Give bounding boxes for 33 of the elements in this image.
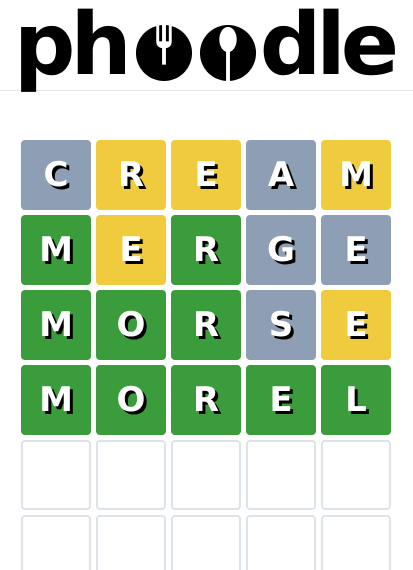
empty-tile	[321, 440, 391, 510]
empty-tile	[21, 515, 91, 570]
letter-tile: R	[171, 215, 241, 285]
letter-tile: A	[246, 140, 316, 210]
spoon-plate-icon	[198, 24, 257, 82]
empty-tile	[96, 515, 166, 570]
letter-tile: R	[96, 140, 166, 210]
letter-tile: M	[21, 215, 91, 285]
fork-plate-icon	[134, 24, 193, 82]
letter-tile: E	[246, 365, 316, 435]
letter-tile: G	[246, 215, 316, 285]
empty-tile	[321, 515, 391, 570]
letter-tile: E	[171, 140, 241, 210]
empty-tile	[96, 440, 166, 510]
empty-tile	[246, 515, 316, 570]
letter-tile: O	[96, 365, 166, 435]
letter-tile: M	[321, 140, 391, 210]
letter-tile: C	[21, 140, 91, 210]
empty-tile	[171, 515, 241, 570]
letter-tile: E	[321, 215, 391, 285]
logo-text: dle	[260, 1, 396, 89]
letter-tile: O	[96, 290, 166, 360]
empty-tile	[246, 440, 316, 510]
letter-tile: M	[21, 290, 91, 360]
letter-tile: R	[171, 290, 241, 360]
empty-tile	[21, 440, 91, 510]
letter-tile: S	[246, 290, 316, 360]
letter-tile: M	[21, 365, 91, 435]
letter-tile: R	[171, 365, 241, 435]
letter-tile: E	[96, 215, 166, 285]
letter-tile: L	[321, 365, 391, 435]
empty-tile	[171, 440, 241, 510]
letter-tile: E	[321, 290, 391, 360]
